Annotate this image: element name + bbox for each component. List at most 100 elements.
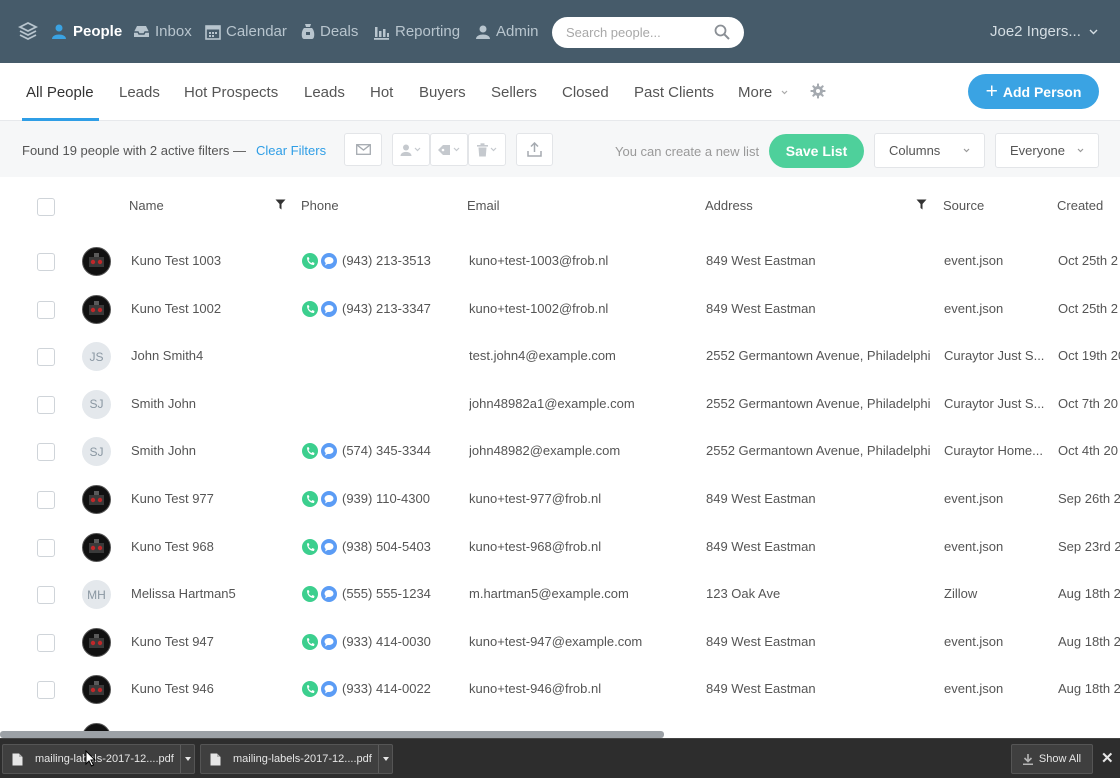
show-all-button[interactable]: Show All [1011,744,1093,774]
person-name[interactable]: Kuno Test 946 [131,681,281,696]
columns-dropdown[interactable]: Columns [874,133,985,168]
row-checkbox[interactable] [37,395,55,414]
row-checkbox[interactable] [37,538,55,557]
person-name[interactable]: Smith John [131,396,281,411]
phone-number[interactable]: (574) 345-3344 [342,443,462,458]
email-address[interactable]: kuno+test-1003@frob.nl [469,253,699,268]
call-and-text-icons[interactable] [302,490,340,508]
row-checkbox[interactable] [37,681,55,700]
call-and-text-icons[interactable] [302,252,340,270]
export-button[interactable] [516,133,553,166]
delete-button[interactable] [468,133,506,166]
avatar[interactable] [82,247,111,276]
nav-deals[interactable]: Deals [301,0,358,63]
email-address[interactable]: test.john4@example.com [469,348,699,363]
avatar[interactable] [82,675,111,705]
column-header-address[interactable]: Address [705,198,753,213]
call-and-text-icons[interactable] [302,680,340,698]
email-button[interactable] [344,133,382,166]
row-checkbox[interactable] [37,253,55,271]
avatar[interactable] [82,532,111,562]
row-checkbox[interactable] [37,348,55,367]
email-address[interactable]: kuno+test-946@frob.nl [469,681,699,696]
row-checkbox[interactable] [37,491,55,509]
column-header-name[interactable]: Name [129,198,164,213]
phone-number[interactable]: (943) 213-3347 [342,301,462,316]
phone-number[interactable]: (555) 555-1234 [342,586,462,601]
add-person-button[interactable]: + Add Person [968,74,1099,109]
avatar[interactable]: MH [82,580,111,610]
table-row[interactable]: MH Melissa Hartman5 (555) 555-1234 m.hartma… [20,571,1120,618]
column-header-email[interactable]: Email [467,198,500,213]
select-all-checkbox[interactable] [37,198,55,216]
gear-icon[interactable] [810,83,826,99]
column-header-source[interactable]: Source [943,198,984,213]
close-icon[interactable]: ✕ [1101,749,1114,767]
email-address[interactable]: john48982@example.com [469,443,699,458]
download-options-button[interactable] [378,745,392,773]
stack-layers-icon[interactable] [18,21,38,41]
email-address[interactable]: john48982a1@example.com [469,396,699,411]
tab-buyers[interactable]: Buyers [419,63,466,121]
person-name[interactable]: Kuno Test 968 [131,539,281,554]
table-row[interactable]: Kuno Test 977 (939) 110-4300 kuno+test-977… [20,476,1120,523]
avatar[interactable]: JS [82,342,111,372]
avatar[interactable]: SJ [82,389,111,419]
row-checkbox[interactable] [37,443,55,462]
table-row[interactable]: Kuno Test 1002 (943) 213-3347 kuno+test-10… [20,286,1120,333]
email-address[interactable]: kuno+test-977@frob.nl [469,491,699,506]
tab-more[interactable]: More [738,63,788,121]
nav-people[interactable]: People [51,0,122,63]
phone-number[interactable]: (939) 110-4300 [342,491,462,506]
tab-hot[interactable]: Hot [370,63,393,121]
nav-calendar[interactable]: Calendar [205,0,287,63]
horizontal-scrollbar[interactable] [0,731,664,738]
phone-number[interactable]: (933) 414-0022 [342,681,462,696]
tab-sellers[interactable]: Sellers [491,63,537,121]
tab-leads[interactable]: Leads [119,63,160,121]
table-row[interactable]: SJ Smith John (574) 345-3344 john48982@exam… [20,428,1120,475]
tab-closed[interactable]: Closed [562,63,609,121]
table-row[interactable]: SJ Smith John john48982a1@example.com 2552 … [20,381,1120,428]
user-menu[interactable]: Joe2 Ingers... [990,0,1098,63]
person-name[interactable]: Kuno Test 977 [131,491,281,506]
assign-agent-button[interactable] [392,133,430,166]
search-icon[interactable] [714,24,730,40]
call-and-text-icons[interactable] [302,585,340,603]
column-header-phone[interactable]: Phone [301,198,339,213]
table-row[interactable]: JS John Smith4 test.john4@example.com 2552 … [20,333,1120,380]
download-item[interactable]: mailing-labels-2017-12....pdf [200,744,393,774]
tab-leads-2[interactable]: Leads [304,63,345,121]
person-name[interactable]: Melissa Hartman5 [131,586,281,601]
phone-number[interactable]: (943) 213-3513 [342,253,462,268]
call-and-text-icons[interactable] [302,442,340,460]
tab-past-clients[interactable]: Past Clients [634,63,714,121]
email-address[interactable]: kuno+test-1002@frob.nl [469,301,699,316]
tab-hot-prospects[interactable]: Hot Prospects [184,63,278,121]
tag-button[interactable] [430,133,468,166]
person-name[interactable]: John Smith4 [131,348,281,363]
email-address[interactable]: kuno+test-968@frob.nl [469,539,699,554]
column-header-created[interactable]: Created [1057,198,1103,213]
call-and-text-icons[interactable] [302,538,340,556]
save-list-button[interactable]: Save List [769,134,864,168]
phone-number[interactable]: (938) 504-5403 [342,539,462,554]
avatar[interactable] [82,485,111,514]
person-name[interactable]: Kuno Test 1002 [131,301,281,316]
avatar[interactable] [82,627,111,657]
table-row[interactable]: Kuno Test 946 (933) 414-0022 kuno+test-946… [20,666,1120,713]
table-row[interactable]: Kuno Test 968 (938) 504-5403 kuno+test-968… [20,524,1120,571]
table-row[interactable]: Kuno Test 947 (933) 414-0030 kuno+test-947… [20,619,1120,666]
phone-number[interactable]: (933) 414-0030 [342,634,462,649]
nav-admin[interactable]: Admin [475,0,539,63]
call-and-text-icons[interactable] [302,633,340,651]
everyone-dropdown[interactable]: Everyone [995,133,1099,168]
person-name[interactable]: Smith John [131,443,281,458]
row-checkbox[interactable] [37,633,55,652]
clear-filters-link[interactable]: Clear Filters [256,143,326,158]
search-input[interactable] [566,17,716,48]
filter-icon[interactable] [275,199,286,210]
email-address[interactable]: m.hartman5@example.com [469,586,699,601]
call-and-text-icons[interactable] [302,300,340,318]
person-name[interactable]: Kuno Test 1003 [131,253,281,268]
